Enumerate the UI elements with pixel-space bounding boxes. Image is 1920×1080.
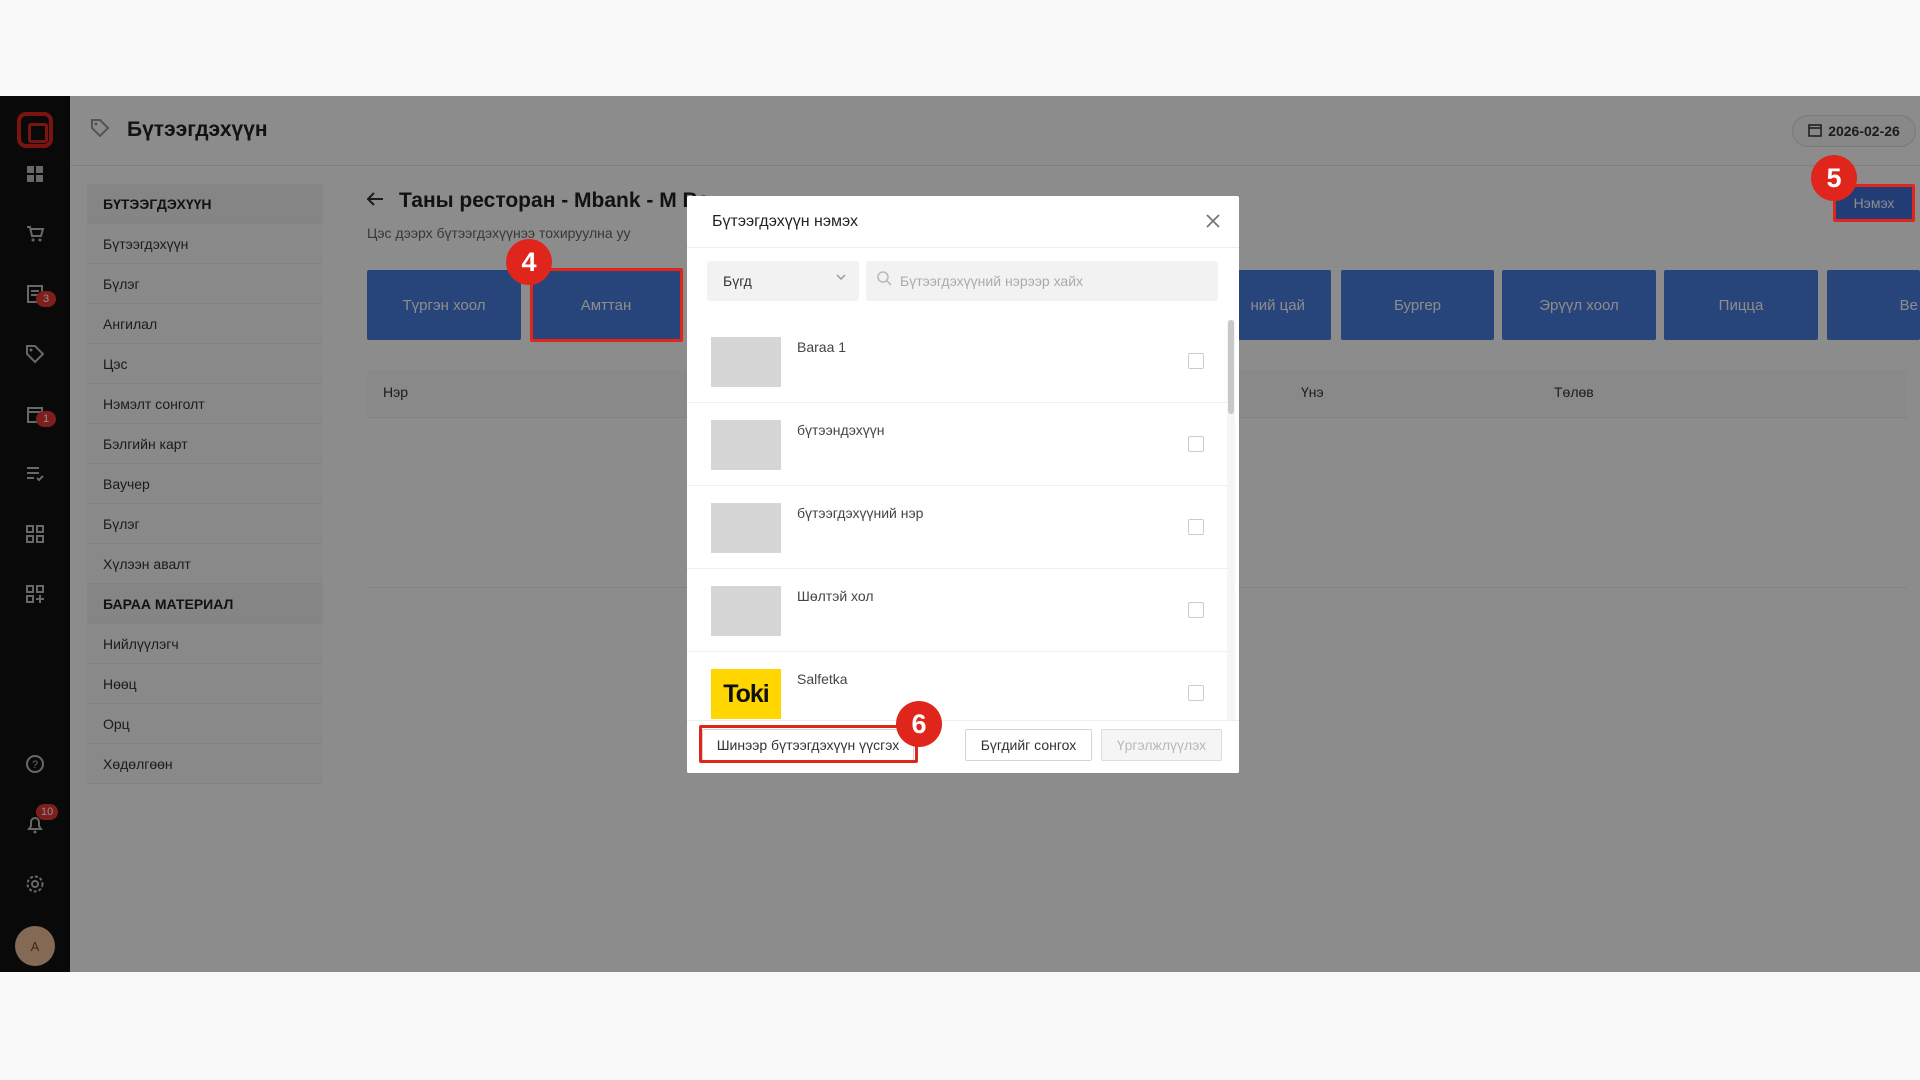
product-thumbnail	[711, 337, 781, 387]
close-icon[interactable]	[1205, 209, 1221, 235]
list-item[interactable]: бүтээндэхүүн	[687, 403, 1227, 486]
scrollbar-thumb[interactable]	[1228, 320, 1234, 414]
product-name: бүтээндэхүүн	[797, 422, 885, 438]
modal-title: Бүтээгдэхүүн нэмэх	[712, 213, 859, 230]
step-marker-5: 5	[1811, 155, 1857, 201]
search-icon	[876, 270, 892, 291]
app-window: 3 1 ? 10 A Бүтээгдэхүүн 2026-02-26 БҮТЭЭ…	[0, 96, 1920, 972]
add-product-modal: Бүтээгдэхүүн нэмэх Бүгд Бүтээгдэхүүний н…	[687, 196, 1239, 773]
list-item[interactable]: Шөлтэй хол	[687, 569, 1227, 652]
highlight-box-create	[699, 725, 918, 763]
filter-select-value: Бүгд	[723, 273, 752, 289]
search-placeholder: Бүтээгдэхүүний нэрээр хайх	[900, 273, 1084, 289]
product-thumbnail	[711, 420, 781, 470]
product-checkbox[interactable]	[1188, 353, 1204, 369]
continue-button[interactable]: Үргэлжлүүлэх	[1101, 729, 1222, 761]
highlight-box-category	[530, 268, 683, 342]
chevron-down-icon	[835, 271, 847, 286]
product-thumbnail-logo: Toki	[711, 669, 781, 719]
filter-select[interactable]: Бүгд	[707, 261, 859, 301]
product-name: Шөлтэй хол	[797, 588, 874, 604]
list-item[interactable]: Toki Salfetka	[687, 652, 1227, 720]
product-checkbox[interactable]	[1188, 685, 1204, 701]
product-thumbnail	[711, 503, 781, 553]
product-name: Salfetka	[797, 671, 848, 687]
step-marker-6: 6	[896, 701, 942, 747]
product-list: Baraa 1 бүтээндэхүүн бүтээгдэхүүний нэр …	[687, 320, 1239, 720]
product-name: Baraa 1	[797, 339, 847, 355]
search-input[interactable]: Бүтээгдэхүүний нэрээр хайх	[866, 261, 1218, 301]
product-thumbnail	[711, 586, 781, 636]
product-checkbox[interactable]	[1188, 436, 1204, 452]
select-all-button[interactable]: Бүгдийг сонгох	[965, 729, 1092, 761]
list-item[interactable]: Baraa 1	[687, 320, 1227, 403]
product-checkbox[interactable]	[1188, 602, 1204, 618]
product-checkbox[interactable]	[1188, 519, 1204, 535]
product-name: бүтээгдэхүүний нэр	[797, 505, 924, 521]
step-marker-4: 4	[506, 239, 552, 285]
list-item[interactable]: бүтээгдэхүүний нэр	[687, 486, 1227, 569]
modal-header: Бүтээгдэхүүн нэмэх	[687, 196, 1239, 248]
